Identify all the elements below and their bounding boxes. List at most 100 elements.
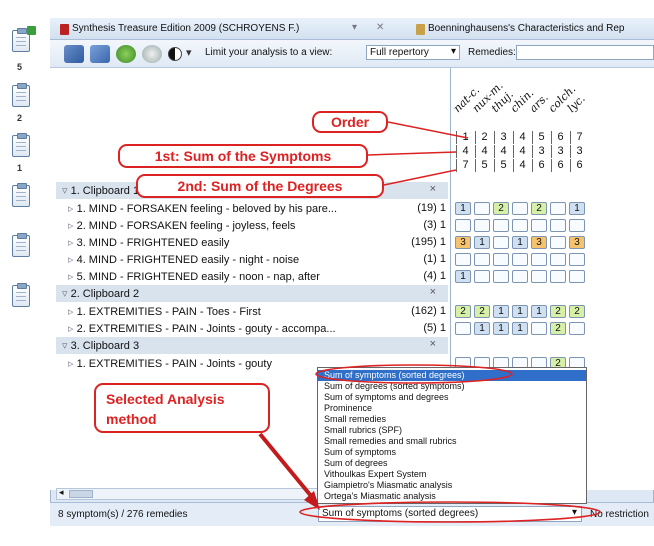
rubric-row[interactable]: ▹ 3. MIND - FRIGHTENED easily (195) 1 [56,234,450,251]
clipboard-5-icon[interactable] [12,233,30,257]
clipboard-2-icon[interactable] [12,83,30,107]
grade-cell[interactable]: 1 [493,322,509,335]
expand-icon[interactable]: ▹ [68,358,77,370]
grade-cell[interactable]: 1 [455,202,471,215]
grade-cell[interactable] [493,219,509,232]
grade-cell[interactable] [474,270,490,283]
clipboard-4-icon[interactable] [12,183,30,207]
analysis-method-option[interactable]: Giampietro's Miasmatic analysis [318,480,586,491]
rubric-row[interactable]: ▹ 2. EXTREMITIES - PAIN - Joints - gouty… [56,320,450,337]
grade-cell[interactable]: 1 [512,305,528,318]
expand-icon[interactable]: ▹ [68,271,77,283]
grade-cell[interactable] [531,253,547,266]
expand-icon[interactable]: ▹ [68,203,77,215]
scroll-left-icon[interactable]: ◂ [59,487,64,498]
rubric-row[interactable]: ▹ 5. MIND - FRIGHTENED easily - noon - n… [56,268,450,285]
grade-cell[interactable] [455,322,471,335]
grade-cell[interactable]: 2 [455,305,471,318]
analysis-method-option[interactable]: Sum of degrees [318,458,586,469]
clipboard-group[interactable]: ▿ 3. Clipboard 3 × [56,337,448,354]
grade-cell[interactable] [550,202,566,215]
grade-cell[interactable] [569,219,585,232]
grade-cell[interactable]: 2 [474,305,490,318]
grade-cell[interactable]: 3 [531,236,547,249]
grade-cell[interactable]: 2 [550,322,566,335]
grade-cell[interactable] [512,270,528,283]
grade-cell[interactable]: 1 [512,322,528,335]
grade-cell[interactable] [531,219,547,232]
analysis-icon[interactable] [64,45,84,63]
analysis-method-option[interactable]: Small remedies [318,414,586,425]
grade-cell[interactable] [512,219,528,232]
analysis-method-option[interactable]: Sum of symptoms (sorted degrees) [318,370,586,381]
analysis-method-option[interactable]: Small rubrics (SPF) [318,425,586,436]
contrast-icon[interactable] [168,47,182,61]
grade-cell[interactable] [531,270,547,283]
close-icon[interactable]: × [430,286,436,298]
expand-icon[interactable]: ▹ [68,323,77,335]
grade-cell[interactable] [474,202,490,215]
grade-cell[interactable]: 1 [474,322,490,335]
grade-cell[interactable] [493,270,509,283]
rubric-row[interactable]: ▹ 4. MIND - FRIGHTENED easily - night - … [56,251,450,268]
grade-cell[interactable]: 2 [569,305,585,318]
grade-cell[interactable] [455,253,471,266]
grade-cell[interactable]: 1 [531,305,547,318]
grade-cell[interactable]: 1 [474,236,490,249]
analysis-method-option[interactable]: Sum of symptoms and degrees [318,392,586,403]
grade-cell[interactable] [550,253,566,266]
grade-cell[interactable]: 2 [531,202,547,215]
analysis-method-option[interactable]: Sum of degrees (sorted symptoms) [318,381,586,392]
expand-icon[interactable]: ▹ [68,237,77,249]
grade-cell[interactable]: 3 [455,236,471,249]
grade-cell[interactable] [493,253,509,266]
tab-synthesis[interactable]: Synthesis Treasure Edition 2009 (SCHROYE… [54,21,404,38]
grade-cell[interactable]: 2 [550,305,566,318]
expand-icon[interactable]: ▹ [68,220,77,232]
grade-cell[interactable]: 2 [493,202,509,215]
grade-cell[interactable]: 1 [493,305,509,318]
remedies-input[interactable] [516,45,654,60]
view-select[interactable]: Full repertory ▾ [366,45,460,60]
grade-cell[interactable] [550,270,566,283]
grade-cell[interactable] [512,253,528,266]
grade-cell[interactable] [512,202,528,215]
chevron-down-icon[interactable]: ▾ [352,22,357,33]
grade-cell[interactable] [569,270,585,283]
tree-icon[interactable] [116,45,136,63]
grade-cell[interactable] [569,253,585,266]
scrollbar-thumb[interactable] [69,490,93,498]
grade-cell[interactable]: 3 [569,236,585,249]
analysis-method-select[interactable]: Sum of symptoms (sorted degrees) ▾ [318,506,582,522]
chevron-down-icon[interactable]: ▾ [186,46,192,59]
rubric-row[interactable]: ▹ 2. MIND - FORSAKEN feeling - joyless, … [56,217,450,234]
grade-cell[interactable] [550,236,566,249]
grade-cell[interactable] [474,253,490,266]
grade-cell[interactable]: 1 [455,270,471,283]
close-icon[interactable]: × [430,338,436,350]
grade-cell[interactable]: 1 [512,236,528,249]
analysis-method-option[interactable]: Ortega's Miasmatic analysis [318,491,586,502]
rubric-row[interactable]: ▹ 1. MIND - FORSAKEN feeling - beloved b… [56,200,450,217]
remedy-icon[interactable] [90,45,110,63]
close-icon[interactable]: ✕ [376,22,384,33]
collapse-icon[interactable]: ▿ [62,340,71,352]
rubric-row[interactable]: ▹ 1. EXTREMITIES - PAIN - Toes - First (1… [56,303,450,320]
expand-icon[interactable]: ▹ [68,306,77,318]
clipboard-6-icon[interactable] [12,283,30,307]
clipboard-group[interactable]: ▿ 2. Clipboard 2 × [56,285,448,302]
grade-cell[interactable] [455,219,471,232]
analysis-method-option[interactable]: Small remedies and small rubrics [318,436,586,447]
tab-boenninghausen[interactable]: Boenninghausens's Characteristics and Re… [410,21,654,38]
analysis-method-option[interactable]: Prominence [318,403,586,414]
grade-cell[interactable] [474,219,490,232]
analysis-method-option[interactable]: Vithoulkas Expert System [318,469,586,480]
close-icon[interactable]: × [430,183,436,195]
globe-icon[interactable] [142,45,162,63]
grade-cell[interactable] [531,322,547,335]
expand-icon[interactable]: ▹ [68,254,77,266]
clipboard-3-icon[interactable] [12,133,30,157]
analysis-method-option[interactable]: Sum of symptoms [318,447,586,458]
grade-cell[interactable] [550,219,566,232]
grade-cell[interactable] [493,236,509,249]
